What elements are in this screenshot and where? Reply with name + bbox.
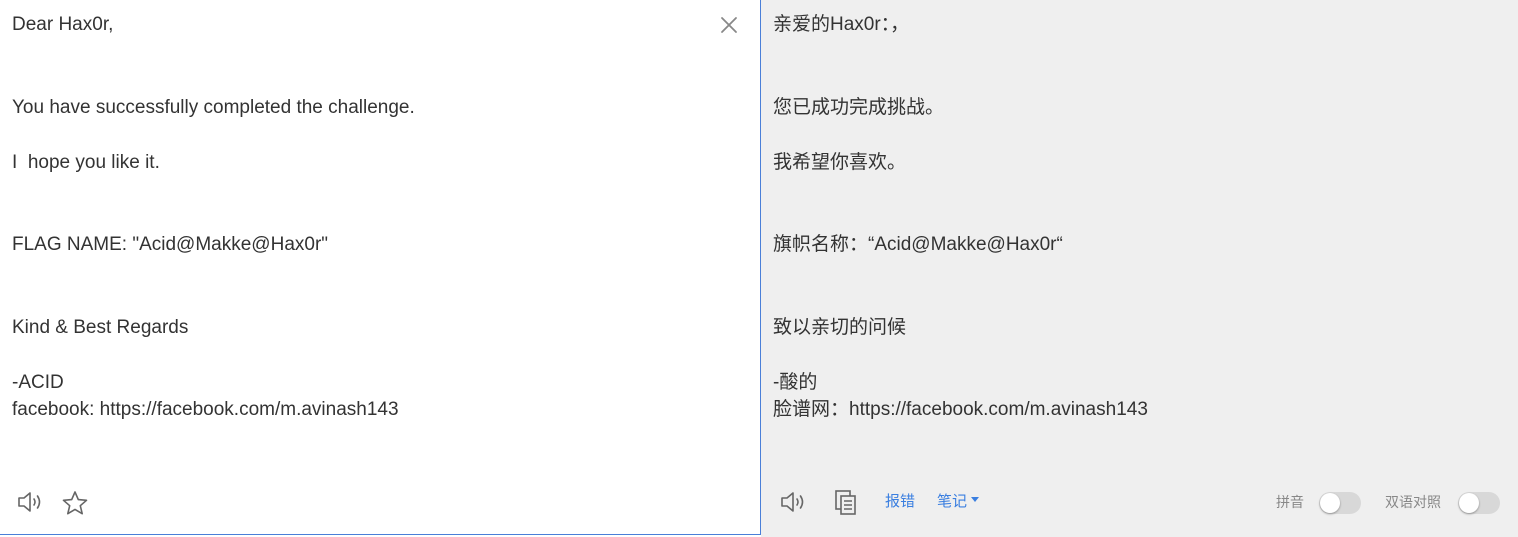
translation-line: 致以亲切的问候 [773, 317, 907, 338]
translation-pane: 亲爱的Hax0r：， 您已成功完成挑战。 我希望你喜欢。 旗帜名称：“Acid@… [761, 0, 1518, 537]
close-icon [721, 17, 737, 33]
bilingual-label: 双语对照 [1385, 495, 1441, 511]
pinyin-toggle[interactable] [1319, 492, 1361, 514]
translation-line: 脸谱网：https://facebook.com/m.avinash143 [773, 399, 1148, 420]
toggle-knob [1459, 493, 1479, 513]
favorite-button[interactable] [61, 490, 89, 521]
star-icon [62, 491, 88, 515]
source-line: -ACID [12, 372, 64, 393]
speaker-icon [18, 492, 41, 512]
source-line: Kind & Best Regards [12, 317, 189, 338]
notes-label: 笔记 [937, 492, 968, 510]
report-error-link[interactable]: 报错 [885, 492, 915, 510]
source-line: I hope you like it. [12, 152, 160, 173]
source-line: FLAG NAME: "Acid@Makke@Hax0r" [12, 234, 329, 255]
translation-line: -酸的 [773, 372, 818, 393]
chevron-down-icon [971, 497, 980, 502]
source-text-pane[interactable]: Dear Hax0r, You have successfully comple… [0, 0, 761, 535]
copy-button[interactable] [833, 489, 859, 522]
translation-line: 亲爱的Hax0r：， [773, 14, 910, 35]
pinyin-label: 拼音 [1276, 495, 1304, 511]
toggle-knob [1320, 493, 1340, 513]
translation-speak-button[interactable] [779, 489, 809, 520]
clear-text-button[interactable] [718, 14, 740, 36]
source-line: You have successfully completed the chal… [12, 97, 415, 118]
notes-dropdown[interactable]: 笔记 [937, 492, 980, 510]
source-line: Dear Hax0r, [12, 14, 114, 35]
source-speak-button[interactable] [16, 489, 46, 520]
source-line: facebook: https://facebook.com/m.avinash… [12, 399, 399, 420]
translation-line: 您已成功完成挑战。 [773, 97, 945, 118]
bilingual-toggle[interactable] [1458, 492, 1500, 514]
speaker-icon [781, 492, 804, 512]
translation-line: 我希望你喜欢。 [773, 152, 907, 173]
copy-icon [835, 490, 856, 515]
translation-line: 旗帜名称：“Acid@Makke@Hax0r“ [773, 234, 1063, 255]
